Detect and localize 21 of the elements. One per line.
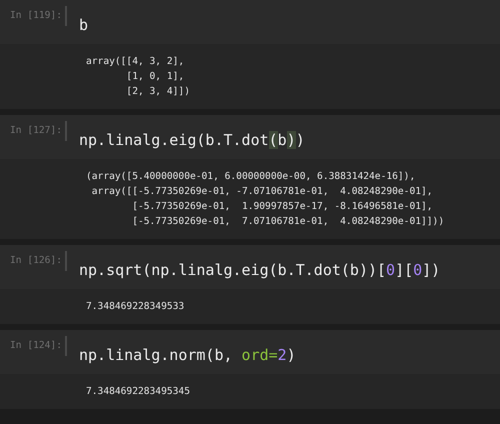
code-line[interactable]: np.linalg.eig(b.T.dot(b)) [66, 121, 305, 151]
code-line[interactable]: np.sqrt(np.linalg.eig(b.T.dot(b))[0][0]) [66, 251, 440, 281]
input-prompt: In [127]: [10, 124, 62, 138]
output-line: [-5.77350269e-01, 7.07106781e-01, 4.08248290e-01]])) [131, 215, 444, 229]
input-prompt: In [126]: [10, 254, 62, 268]
notebook-cell[interactable] [0, 115, 500, 239]
output-line: [2, 3, 4]]) [125, 85, 190, 99]
output-line: 7.3484692283495345 [86, 385, 190, 399]
input-prompt: In [124]: [10, 339, 62, 353]
code-line[interactable]: b [66, 6, 88, 36]
output-line: [-5.77350269e-01, 1.90997857e-17, -8.16496581e-01], [131, 200, 433, 214]
notebook-cell[interactable]: In [126]: np.sqrt(np.linalg.eig(b.T.dot(b))[0][0]) 7.348469228349533 [0, 245, 500, 324]
code-line[interactable]: np.linalg.norm(b, ord=2) [66, 336, 296, 366]
output-line: array([[4, 3, 2], [86, 55, 184, 69]
notebook-cell[interactable]: In [124]: np.linalg.norm(b, ord=2) 7.3484692283495345 [0, 330, 500, 409]
output-line: [1, 0, 1], [125, 70, 184, 84]
output-line: (array([5.40000000e-01, 6.00000000e-00, 6.38831424e-16]), [86, 170, 416, 184]
input-prompt: In [119]: [10, 9, 62, 23]
output-line: array([[-5.77350269e-01, -7.07106781e-01, 4.08248290e-01], [90, 185, 433, 199]
output-line: 7.348469228349533 [86, 300, 184, 314]
notebook-cell[interactable]: In [119]: b array([[4, 3, 2], [1, 0, 1], [2, 3, 4]]) [0, 0, 500, 109]
